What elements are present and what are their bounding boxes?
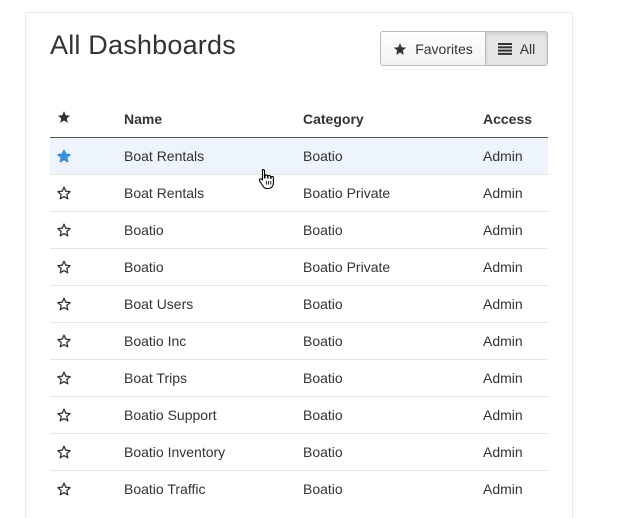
favorite-toggle[interactable] — [50, 396, 124, 434]
favorites-button[interactable]: Favorites — [381, 32, 486, 65]
dashboards-panel: All Dashboards Favorites All Name Catego… — [25, 12, 573, 518]
dashboard-category: Boatio — [303, 211, 483, 249]
star-outline-icon — [57, 223, 124, 237]
dashboard-access: Admin — [483, 396, 548, 434]
page-title: All Dashboards — [50, 30, 236, 60]
table-header-row: Name Category Access — [50, 100, 548, 138]
dashboard-name-link[interactable]: Boatio — [124, 211, 303, 249]
list-icon — [497, 42, 512, 55]
view-filter-toggle: Favorites All — [380, 31, 548, 66]
table-row[interactable]: Boatio Support Boatio Admin — [50, 396, 548, 434]
dashboard-name-link[interactable]: Boat Rentals — [124, 137, 303, 175]
dashboard-name-link[interactable]: Boatio Inventory — [124, 433, 303, 471]
dashboard-access: Admin — [483, 211, 548, 249]
star-outline-icon — [57, 371, 124, 385]
favorite-toggle[interactable] — [50, 359, 124, 397]
dashboard-access: Admin — [483, 285, 548, 323]
dashboard-access: Admin — [483, 248, 548, 286]
dashboard-category: Boatio Private — [303, 174, 483, 212]
star-outline-icon — [57, 334, 124, 348]
table-row[interactable]: Boat Rentals Boatio Admin — [50, 137, 548, 175]
star-icon — [57, 111, 71, 127]
access-column-header[interactable]: Access — [483, 100, 548, 138]
dashboard-access: Admin — [483, 359, 548, 397]
dashboard-access: Admin — [483, 481, 523, 497]
dashboard-category: Boatio — [303, 322, 483, 360]
dashboard-name-link[interactable]: Boatio Inc — [124, 322, 303, 360]
favorite-toggle[interactable] — [50, 433, 124, 471]
all-button[interactable]: All — [486, 32, 547, 65]
star-outline-icon — [57, 260, 124, 274]
table-row[interactable]: Boatio Inc Boatio Admin — [50, 322, 548, 360]
name-column-header[interactable]: Name — [124, 100, 303, 138]
dashboard-category: Boatio — [303, 359, 483, 397]
dashboard-name-link[interactable]: Boat Users — [124, 285, 303, 323]
star-outline-icon — [57, 482, 124, 496]
dashboard-name-link[interactable]: Boatio — [124, 248, 303, 286]
dashboard-access: Admin — [483, 137, 548, 175]
category-column-header[interactable]: Category — [303, 100, 483, 138]
star-outline-icon — [57, 445, 124, 459]
table-row[interactable]: Boat Users Boatio Admin — [50, 285, 548, 323]
favorite-toggle[interactable] — [50, 137, 124, 175]
favorite-toggle[interactable] — [50, 322, 124, 360]
star-outline-icon — [57, 408, 124, 422]
dashboard-category: Boatio — [303, 137, 483, 175]
star-outline-icon — [57, 297, 124, 311]
favorite-toggle[interactable] — [50, 471, 124, 508]
dashboard-access: Admin — [483, 174, 548, 212]
dashboard-name-link[interactable]: Boat Rentals — [124, 174, 303, 212]
hand-cursor-icon — [258, 168, 276, 195]
favorite-toggle[interactable] — [50, 211, 124, 249]
favorite-toggle[interactable] — [50, 248, 124, 286]
table-row[interactable]: Boat Trips Boatio Admin — [50, 359, 548, 397]
dashboard-category: Boatio — [303, 433, 483, 471]
favorite-column-header[interactable] — [50, 100, 124, 138]
dashboard-name-link[interactable]: Boatio Support — [124, 396, 303, 434]
star-icon — [393, 42, 407, 56]
favorites-button-label: Favorites — [415, 40, 473, 57]
all-button-label: All — [519, 40, 536, 57]
dashboard-category: Boatio Private — [303, 248, 483, 286]
favorite-toggle[interactable] — [50, 285, 124, 323]
dashboard-category: Boatio — [303, 285, 483, 323]
table-row[interactable]: Boat Rentals Boatio Private Admin — [50, 174, 548, 212]
table-row[interactable]: Boatio Traffic Boatio Admin — [50, 471, 548, 508]
table-row[interactable]: Boatio Boatio Private Admin — [50, 248, 548, 286]
dashboard-name-link[interactable]: Boatio Traffic — [124, 471, 303, 508]
dashboard-category: Boatio — [303, 481, 343, 497]
table-row[interactable]: Boatio Boatio Admin — [50, 211, 548, 249]
dashboards-table: Name Category Access Boat Rentals Boatio A… — [50, 100, 548, 507]
dashboard-name-link[interactable]: Boat Trips — [124, 359, 303, 397]
star-outline-icon — [57, 186, 124, 200]
dashboard-access: Admin — [483, 322, 548, 360]
table-row[interactable]: Boatio Inventory Boatio Admin — [50, 433, 548, 471]
star-filled-icon — [57, 149, 124, 163]
dashboard-access: Admin — [483, 433, 548, 471]
dashboard-category: Boatio — [303, 396, 483, 434]
favorite-toggle[interactable] — [50, 174, 124, 212]
